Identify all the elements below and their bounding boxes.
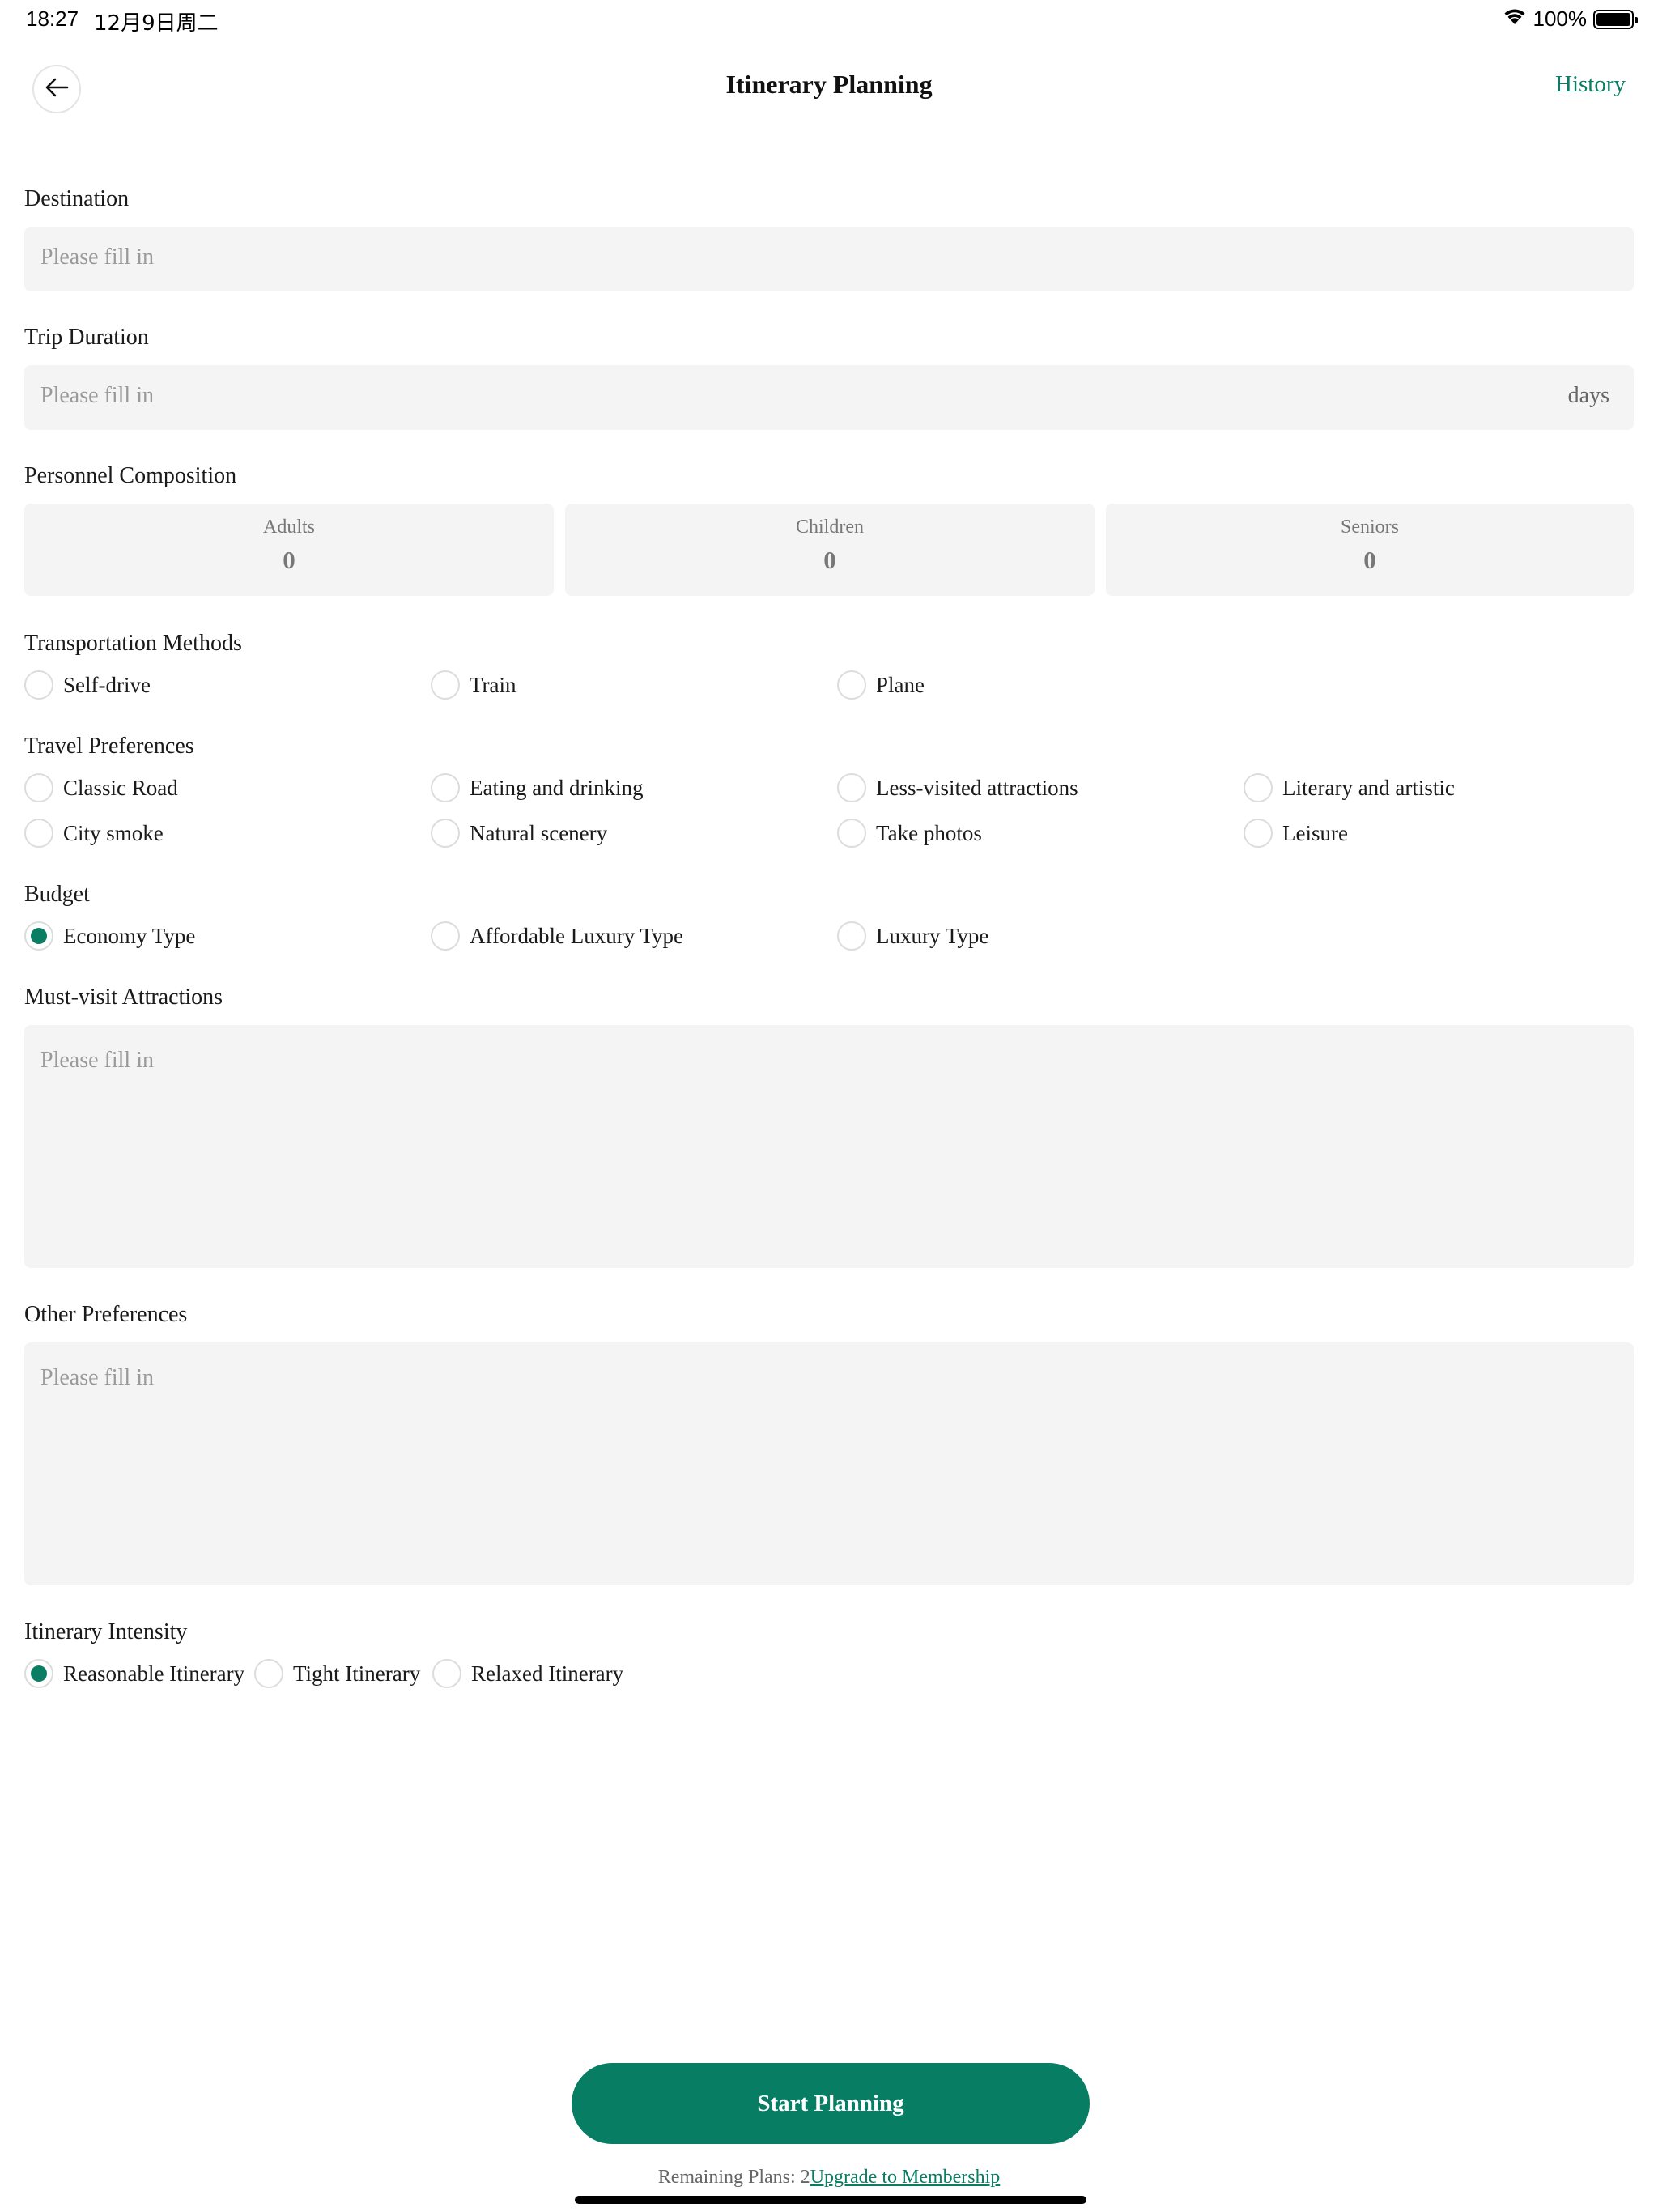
other-preferences-label: Other Preferences (24, 1302, 188, 1327)
radio-button[interactable] (432, 1659, 461, 1688)
status-time: 18:27 (26, 6, 79, 31)
children-counter[interactable]: Children 0 (565, 504, 1095, 596)
trip-duration-placeholder: Please fill in (40, 383, 154, 408)
radio-button[interactable] (1244, 819, 1273, 848)
option-label: Relaxed Itinerary (471, 1661, 624, 1686)
destination-label: Destination (24, 186, 130, 211)
radio-button[interactable] (837, 670, 866, 700)
radio-button[interactable] (837, 921, 866, 951)
status-date: 12月9日周二 (94, 11, 219, 36)
radio-button[interactable] (24, 819, 53, 848)
radio-button[interactable] (254, 1659, 283, 1688)
intensity-label: Itinerary Intensity (24, 1619, 188, 1644)
start-planning-button[interactable]: Start Planning (572, 2063, 1090, 2144)
home-indicator (575, 2196, 1086, 2204)
preference-option-less-visited[interactable]: Less-visited attractions (837, 772, 1078, 804)
adults-count: 0 (283, 546, 295, 574)
remaining-plans-text: Remaining Plans: 2 (657, 2167, 810, 2188)
preference-option-literary[interactable]: Literary and artistic (1244, 772, 1455, 804)
status-bar: 18:27 12月9日周二 100% (0, 0, 1658, 39)
adults-label: Adults (262, 517, 315, 538)
budget-option-affordable-luxury[interactable]: Affordable Luxury Type (431, 920, 683, 952)
radio-button[interactable] (24, 921, 53, 951)
option-label: City smoke (63, 820, 164, 845)
option-label: Natural scenery (470, 820, 608, 845)
children-label: Children (796, 517, 864, 538)
radio-button[interactable] (837, 773, 866, 802)
option-label: Economy Type (63, 923, 196, 948)
must-visit-textarea[interactable]: Please fill in (24, 1025, 1634, 1268)
radio-button[interactable] (431, 819, 460, 848)
transport-option-self-drive[interactable]: Self-drive (24, 669, 151, 701)
preference-option-natural-scenery[interactable]: Natural scenery (431, 817, 607, 849)
radio-button[interactable] (431, 670, 460, 700)
option-label: Train (470, 672, 517, 697)
option-label: Eating and drinking (470, 775, 644, 800)
intensity-option-reasonable[interactable]: Reasonable Itinerary (24, 1657, 244, 1690)
option-label: Reasonable Itinerary (63, 1661, 245, 1686)
page-title: Itinerary Planning (725, 70, 933, 99)
option-label: Tight Itinerary (293, 1661, 421, 1686)
remaining-plans: Remaining Plans: 2Upgrade to Membership (0, 2167, 1658, 2189)
radio-button[interactable] (24, 670, 53, 700)
children-count: 0 (823, 546, 836, 574)
trip-duration-label: Trip Duration (24, 325, 149, 350)
preference-option-leisure[interactable]: Leisure (1244, 817, 1348, 849)
preference-option-city-smoke[interactable]: City smoke (24, 817, 164, 849)
destination-placeholder: Please fill in (40, 245, 154, 270)
preference-option-eating[interactable]: Eating and drinking (431, 772, 643, 804)
option-label: Classic Road (63, 775, 178, 800)
transportation-label: Transportation Methods (24, 631, 242, 656)
intensity-option-tight[interactable]: Tight Itinerary (254, 1657, 420, 1690)
option-label: Less-visited attractions (876, 775, 1078, 800)
upgrade-membership-link[interactable]: Upgrade to Membership (810, 2167, 1001, 2188)
transport-option-plane[interactable]: Plane (837, 669, 925, 701)
battery-icon (1593, 9, 1638, 29)
history-link[interactable]: History (1555, 71, 1626, 98)
preference-option-take-photos[interactable]: Take photos (837, 817, 982, 849)
option-label: Literary and artistic (1282, 775, 1455, 800)
radio-button[interactable] (431, 773, 460, 802)
radio-button[interactable] (431, 921, 460, 951)
transport-option-train[interactable]: Train (431, 669, 517, 701)
trip-duration-unit: days (1567, 383, 1609, 408)
trip-duration-input[interactable]: Please fill in days (24, 365, 1634, 430)
radio-button[interactable] (24, 1659, 53, 1688)
radio-button[interactable] (1244, 773, 1273, 802)
option-label: Luxury Type (876, 923, 989, 948)
option-label: Self-drive (63, 672, 151, 697)
budget-option-economy[interactable]: Economy Type (24, 920, 195, 952)
budget-label: Budget (24, 882, 90, 907)
other-preferences-textarea[interactable]: Please fill in (24, 1342, 1634, 1585)
travel-preferences-label: Travel Preferences (24, 734, 194, 759)
preference-option-classic-road[interactable]: Classic Road (24, 772, 178, 804)
battery-percent: 100% (1533, 6, 1588, 31)
wifi-icon (1503, 6, 1527, 32)
header: Itinerary Planning History (0, 62, 1658, 113)
other-preferences-placeholder: Please fill in (40, 1365, 154, 1390)
must-visit-placeholder: Please fill in (40, 1048, 154, 1073)
seniors-count: 0 (1363, 546, 1376, 574)
seniors-label: Seniors (1341, 517, 1399, 538)
option-label: Take photos (876, 820, 982, 845)
option-label: Plane (876, 672, 925, 697)
budget-option-luxury[interactable]: Luxury Type (837, 920, 988, 952)
radio-button[interactable] (837, 819, 866, 848)
destination-input[interactable]: Please fill in (24, 227, 1634, 291)
status-indicators: 100% (1503, 6, 1638, 32)
intensity-option-relaxed[interactable]: Relaxed Itinerary (432, 1657, 623, 1690)
adults-counter[interactable]: Adults 0 (24, 504, 554, 596)
option-label: Leisure (1282, 820, 1348, 845)
seniors-counter[interactable]: Seniors 0 (1106, 504, 1634, 596)
must-visit-label: Must-visit Attractions (24, 985, 223, 1010)
radio-button[interactable] (24, 773, 53, 802)
personnel-label: Personnel Composition (24, 463, 237, 488)
option-label: Affordable Luxury Type (470, 923, 684, 948)
